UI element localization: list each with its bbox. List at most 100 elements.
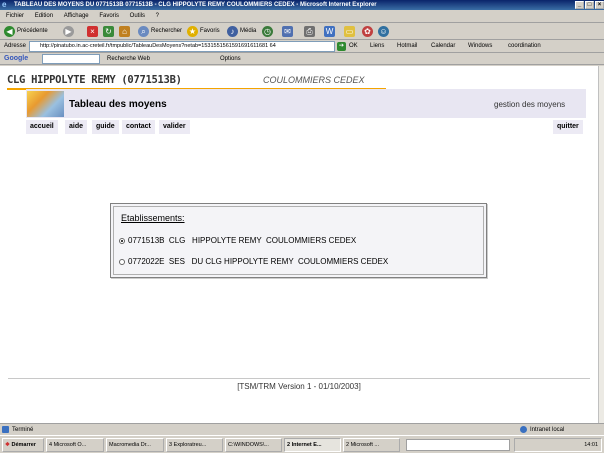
radio-unselected-icon[interactable] bbox=[119, 258, 125, 265]
nav-accueil[interactable]: accueil bbox=[26, 120, 58, 134]
people-icon: ☺ bbox=[378, 26, 389, 37]
page-done-icon bbox=[2, 426, 9, 433]
media-icon: ♪ bbox=[227, 26, 238, 37]
google-options-button[interactable]: Options bbox=[220, 53, 241, 65]
back-button[interactable]: ◀ Précédente bbox=[4, 25, 48, 38]
status-bar: Terminé Intranet local bbox=[0, 423, 604, 435]
minimize-button[interactable]: _ bbox=[575, 1, 584, 9]
go-button[interactable]: OK bbox=[349, 40, 358, 53]
task-microsoft-word[interactable]: 2 Microsoft ... bbox=[343, 438, 400, 452]
etablissement-option-0772022E[interactable]: 0772022E SES DU CLG HIPPOLYTE REMY COULO… bbox=[119, 257, 388, 266]
go-arrow-icon[interactable]: ➔ bbox=[337, 42, 346, 51]
close-button[interactable]: × bbox=[595, 1, 604, 9]
nav-valider[interactable]: valider bbox=[159, 120, 190, 134]
favorites-label: Favoris bbox=[200, 28, 220, 34]
etablissements-heading: Etablissements: bbox=[121, 213, 185, 223]
task-explorateur[interactable]: 3 Exploratreu... bbox=[166, 438, 223, 452]
address-input[interactable]: http://pinatubo.in.ac-creteil.fr/tmpubli… bbox=[29, 41, 335, 52]
forward-arrow-icon: ▶ bbox=[63, 26, 74, 37]
page-title: Tableau des moyens bbox=[69, 99, 167, 110]
taskbar: ❖ Démarrer 4 Microsoft O... Macromedia D… bbox=[0, 435, 604, 453]
maximize-button[interactable]: □ bbox=[585, 1, 594, 9]
school-city: COULOMMIERS CEDEX bbox=[263, 75, 365, 85]
refresh-button[interactable]: ↻ bbox=[103, 25, 114, 38]
school-heading: CLG HIPPOLYTE REMY (0771513B) bbox=[7, 74, 182, 86]
messenger-icon: ✿ bbox=[362, 26, 373, 37]
menu-favoris[interactable]: Favoris bbox=[99, 13, 119, 19]
task-macromedia[interactable]: Macromedia Dr... bbox=[106, 438, 164, 452]
system-tray: 14:01 bbox=[514, 438, 602, 452]
search-button[interactable]: ⌕ Rechercher bbox=[138, 25, 182, 38]
messenger-button[interactable]: ✿ bbox=[362, 25, 373, 38]
etablissement-label: 0771513B CLG HIPPOLYTE REMY COULOMMIERS … bbox=[128, 236, 357, 245]
back-label: Précédente bbox=[17, 28, 48, 34]
address-bar: Adresse http://pinatubo.in.ac-creteil.fr… bbox=[0, 40, 604, 53]
mail-icon: ✉ bbox=[282, 26, 293, 37]
menu-affichage[interactable]: Affichage bbox=[64, 13, 89, 19]
window-title: TABLEAU DES MOYENS DU 0771513B 0771513B … bbox=[14, 2, 377, 8]
clock: 14:01 bbox=[584, 442, 598, 448]
google-search-input[interactable] bbox=[42, 54, 100, 64]
google-deskbar-input[interactable] bbox=[406, 439, 510, 451]
link-calendar[interactable]: Calendar bbox=[431, 40, 455, 53]
etablissement-option-0771513B[interactable]: 0771513B CLG HIPPOLYTE REMY COULOMMIERS … bbox=[119, 236, 356, 245]
radio-selected-icon[interactable] bbox=[119, 237, 125, 244]
start-button[interactable]: ❖ Démarrer bbox=[2, 438, 44, 452]
task-microsoft-outlook[interactable]: 4 Microsoft O... bbox=[46, 438, 104, 452]
google-toolbar: Google Recherche Web Options bbox=[0, 53, 604, 65]
star-icon: ★ bbox=[187, 26, 198, 37]
google-logo[interactable]: Google bbox=[4, 53, 28, 65]
vertical-scrollbar[interactable] bbox=[598, 66, 604, 423]
start-label: Démarrer bbox=[11, 442, 36, 448]
refresh-icon: ↻ bbox=[103, 26, 114, 37]
stop-icon: × bbox=[87, 26, 98, 37]
media-button[interactable]: ♪ Média bbox=[227, 25, 256, 38]
nav-quitter[interactable]: quitter bbox=[553, 120, 583, 134]
media-label: Média bbox=[240, 28, 257, 34]
google-search-web-button[interactable]: Recherche Web bbox=[107, 53, 150, 65]
etablissements-panel: Etablissements: 0771513B CLG HIPPOLYTE R… bbox=[110, 203, 487, 278]
link-coordination[interactable]: coordination bbox=[508, 40, 541, 53]
search-icon: ⌕ bbox=[138, 26, 149, 37]
menu-fichier[interactable]: Fichier bbox=[6, 13, 24, 19]
extra-button[interactable]: ☺ bbox=[378, 25, 389, 38]
task-internet-explorer[interactable]: 2 Internet E... bbox=[284, 438, 341, 452]
menu-outils[interactable]: Outils bbox=[130, 13, 145, 19]
folder-icon: ▭ bbox=[344, 26, 355, 37]
links-label: Liens bbox=[370, 43, 385, 49]
intranet-zone-icon bbox=[520, 426, 527, 433]
menu-help[interactable]: ? bbox=[156, 13, 159, 19]
version-text: [TSM/TRM Version 1 - 01/10/2003] bbox=[237, 382, 361, 391]
link-windows[interactable]: Windows bbox=[468, 40, 492, 53]
link-hotmail[interactable]: Hotmail bbox=[397, 40, 417, 53]
print-button[interactable]: ⎙ bbox=[304, 25, 315, 38]
history-icon: ◷ bbox=[262, 26, 273, 37]
printer-icon: ⎙ bbox=[304, 26, 315, 37]
edit-button[interactable]: W bbox=[324, 25, 335, 38]
windows-logo-icon: ❖ bbox=[5, 442, 10, 448]
forward-button[interactable]: ▶ bbox=[63, 25, 74, 38]
etablissement-label: 0772022E SES DU CLG HIPPOLYTE REMY COULO… bbox=[128, 257, 389, 266]
header-image bbox=[27, 91, 64, 117]
nav-bar: accueil aide guide contact valider quitt… bbox=[26, 120, 586, 134]
nav-contact[interactable]: contact bbox=[122, 120, 155, 134]
favorites-button[interactable]: ★ Favoris bbox=[187, 25, 220, 38]
address-url: http://pinatubo.in.ac-creteil.fr/tmpubli… bbox=[40, 43, 276, 49]
menu-edition[interactable]: Edition bbox=[35, 13, 53, 19]
window-title-bar: e TABLEAU DES MOYENS DU 0771513B 0771513… bbox=[0, 0, 604, 10]
folder-button[interactable]: ▭ bbox=[344, 25, 355, 38]
edit-icon: W bbox=[324, 26, 335, 37]
task-windows-folder[interactable]: C:\WINDOWS\... bbox=[225, 438, 282, 452]
toolbar: ◀ Précédente ▶ × ↻ ⌂ ⌕ Rechercher ★ Favo… bbox=[0, 23, 604, 40]
page-subtitle: gestion des moyens bbox=[494, 100, 566, 109]
footer-divider bbox=[8, 378, 590, 379]
page-content: CLG HIPPOLYTE REMY (0771513B) COULOMMIER… bbox=[0, 66, 598, 423]
home-button[interactable]: ⌂ bbox=[119, 25, 130, 38]
history-button[interactable]: ◷ bbox=[262, 25, 273, 38]
home-icon: ⌂ bbox=[119, 26, 130, 37]
ie-logo-icon: e bbox=[2, 0, 7, 9]
nav-guide[interactable]: guide bbox=[92, 120, 119, 134]
stop-button[interactable]: × bbox=[87, 25, 98, 38]
mail-button[interactable]: ✉ bbox=[282, 25, 293, 38]
nav-aide[interactable]: aide bbox=[65, 120, 88, 134]
